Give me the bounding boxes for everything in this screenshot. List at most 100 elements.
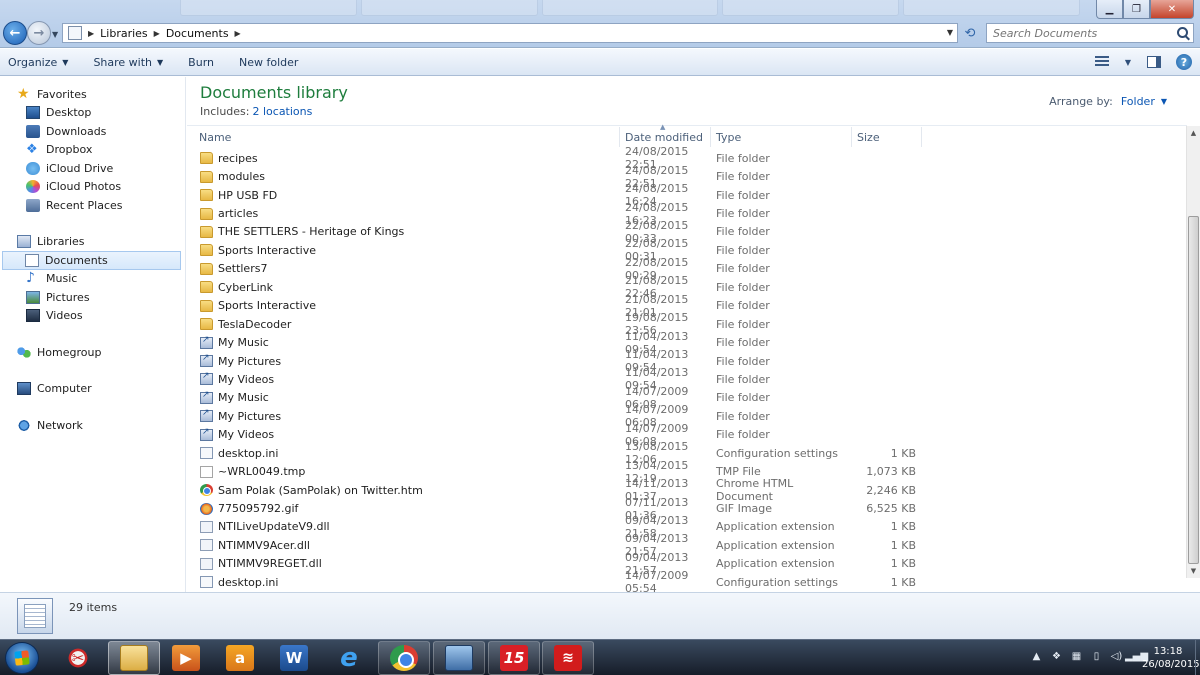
file-row[interactable]: Sports Interactive 22/08/2015 00:31 File f… bbox=[187, 237, 922, 263]
file-row[interactable]: My Videos14/07/2009 06:08File folder bbox=[187, 422, 922, 448]
file-row[interactable]: NTILiveUpdateV9.dll 09/04/2013 21:58 Appli… bbox=[187, 514, 922, 540]
search-icon[interactable] bbox=[1177, 27, 1188, 38]
back-button[interactable]: ← bbox=[3, 21, 27, 45]
nav-homegroup[interactable]: Homegroup bbox=[0, 343, 185, 362]
chevron-right-icon[interactable]: ▶ bbox=[235, 29, 241, 38]
nav-dropbox[interactable]: ❖ Dropbox bbox=[0, 141, 185, 160]
change-view-button[interactable] bbox=[1094, 54, 1110, 70]
nav-item-label: Videos bbox=[46, 309, 83, 323]
show-desktop-button[interactable] bbox=[1195, 640, 1200, 675]
file-row[interactable]: My Music14/07/2009 06:08File folder bbox=[187, 385, 922, 411]
scroll-up-icon[interactable]: ▲ bbox=[1187, 126, 1200, 140]
views-dropdown-button[interactable]: ▼ bbox=[1124, 54, 1132, 70]
nav-libraries[interactable]: Libraries bbox=[0, 233, 185, 252]
share-with-button[interactable]: Share with ▼ bbox=[93, 56, 163, 69]
file-row[interactable]: desktop.ini 14/07/2009 05:54 Configuration… bbox=[187, 569, 922, 595]
organize-button[interactable]: Organize ▼ bbox=[8, 56, 68, 69]
taskbar-amazon[interactable]: a bbox=[214, 641, 266, 675]
nav-downloads[interactable]: Downloads bbox=[0, 122, 185, 141]
taskbar-snipping-tool[interactable]: ✂ bbox=[52, 641, 104, 675]
nav-computer[interactable]: Computer bbox=[0, 380, 185, 399]
nav-recent-places[interactable]: Recent Places bbox=[0, 196, 185, 215]
column-header-name[interactable]: Name bbox=[187, 127, 620, 147]
breadcrumb-documents[interactable]: Documents bbox=[166, 27, 229, 40]
nav-videos[interactable]: Videos bbox=[0, 307, 185, 326]
taskbar-chrome[interactable] bbox=[378, 641, 430, 675]
new-folder-button[interactable]: New folder bbox=[239, 56, 298, 69]
column-name-label: Name bbox=[199, 130, 232, 144]
forward-button[interactable]: → bbox=[27, 21, 51, 45]
arrange-by-dropdown[interactable]: Folder ▼ bbox=[1121, 95, 1167, 108]
nav-icloud-photos[interactable]: iCloud Photos bbox=[0, 178, 185, 197]
file-row[interactable]: My Pictures11/04/2013 09:54File folder bbox=[187, 348, 922, 374]
nav-icloud-drive[interactable]: iCloud Drive bbox=[0, 159, 185, 178]
vertical-scrollbar[interactable]: ▲ ▼ bbox=[1186, 126, 1200, 578]
taskbar-windows-explorer[interactable] bbox=[108, 641, 160, 675]
file-row[interactable]: modules 24/08/2015 22:51 File folder bbox=[187, 164, 922, 190]
file-row[interactable]: Sports Interactive 21/08/2015 21:01 File f… bbox=[187, 293, 922, 319]
recent-pages-dropdown[interactable]: ▼ bbox=[52, 30, 58, 39]
nav-favorites[interactable]: ★ Favorites bbox=[0, 85, 185, 104]
nav-music[interactable]: ♪ Music bbox=[0, 270, 185, 289]
address-dropdown-icon[interactable]: ▼ bbox=[947, 28, 953, 37]
taskbar-media-player[interactable]: ▶ bbox=[160, 641, 212, 675]
maximize-button[interactable]: ❐ bbox=[1123, 0, 1150, 19]
column-header-size[interactable]: Size bbox=[852, 127, 922, 147]
file-row[interactable]: My Music11/04/2013 09:54File folder bbox=[187, 330, 922, 356]
refresh-button[interactable]: ⟲ bbox=[960, 23, 980, 43]
nav-desktop[interactable]: Desktop bbox=[0, 104, 185, 123]
nav-documents[interactable]: Documents bbox=[2, 251, 181, 270]
file-row[interactable]: 775095792.gif 07/11/2013 01:36 GIF Image 6,… bbox=[187, 496, 922, 522]
scroll-thumb[interactable] bbox=[1188, 216, 1199, 564]
search-box[interactable] bbox=[986, 23, 1194, 43]
file-row[interactable]: recipes 24/08/2015 22:51 File folder bbox=[187, 145, 922, 171]
file-row[interactable]: THE SETTLERS - Heritage of Kings 22/08/20… bbox=[187, 219, 922, 245]
volume-icon[interactable]: ◁) bbox=[1111, 650, 1123, 663]
file-row[interactable]: NTIMMV9Acer.dll 09/04/2013 21:57 Applicati… bbox=[187, 532, 922, 558]
burn-button[interactable]: Burn bbox=[188, 56, 214, 69]
scroll-down-icon[interactable]: ▼ bbox=[1187, 564, 1200, 578]
file-row[interactable]: Sam Polak (SamPolak) on Twitter.htm 14/11… bbox=[187, 477, 922, 503]
file-row[interactable]: NTIMMV9REGET.dll 09/04/2013 21:57 Applicat… bbox=[187, 551, 922, 577]
file-row[interactable]: My Videos11/04/2013 09:54File folder bbox=[187, 366, 922, 392]
file-type: File folder bbox=[716, 262, 770, 276]
file-row[interactable]: My Pictures14/07/2009 06:08File folder bbox=[187, 403, 922, 429]
taskbar-rss-app[interactable]: ≋ bbox=[542, 641, 594, 675]
chevron-right-icon[interactable]: ▶ bbox=[154, 29, 160, 38]
search-input[interactable] bbox=[993, 26, 1163, 40]
show-hidden-icons-icon[interactable]: ▲ bbox=[1031, 650, 1042, 663]
file-name-cell: My Videos bbox=[187, 427, 620, 441]
file-row[interactable]: Settlers7 22/08/2015 00:29 File folder bbox=[187, 256, 922, 282]
nav-libraries-label: Libraries bbox=[37, 235, 85, 249]
taskbar-calculator[interactable] bbox=[433, 641, 485, 675]
start-button[interactable] bbox=[5, 642, 39, 674]
chevron-down-icon: ▼ bbox=[1160, 97, 1167, 106]
file-row[interactable]: TeslaDecoder 19/08/2015 23:56 File folder bbox=[187, 311, 922, 337]
file-row[interactable]: articles 24/08/2015 16:23 File folder bbox=[187, 201, 922, 227]
file-row[interactable]: HP USB FD 24/08/2015 16:24 File folder bbox=[187, 182, 922, 208]
taskbar-word[interactable]: W bbox=[268, 641, 320, 675]
column-header-type[interactable]: Type bbox=[711, 127, 852, 147]
minimize-button[interactable]: ▁ bbox=[1096, 0, 1123, 19]
locations-link[interactable]: 2 locations bbox=[252, 105, 312, 118]
battery-icon[interactable]: ▯ bbox=[1091, 650, 1102, 663]
file-row[interactable]: CyberLink 21/08/2015 22:46 File folder bbox=[187, 274, 922, 300]
breadcrumb-libraries[interactable]: Libraries bbox=[100, 27, 148, 40]
preview-pane-button[interactable] bbox=[1146, 54, 1162, 70]
file-row[interactable]: desktop.ini 13/08/2015 12:06 Configuration… bbox=[187, 440, 922, 466]
action-center-icon[interactable]: ▦ bbox=[1071, 650, 1082, 663]
chevron-right-icon[interactable]: ▶ bbox=[88, 29, 94, 38]
file-name: THE SETTLERS - Heritage of Kings bbox=[218, 225, 405, 239]
views-icon bbox=[1095, 56, 1109, 68]
dropbox-tray-icon[interactable]: ❖ bbox=[1051, 650, 1062, 663]
taskbar-fifteen-app[interactable]: 15 bbox=[488, 641, 540, 675]
address-bar[interactable]: ▶ Libraries ▶ Documents ▶ ▼ bbox=[62, 23, 958, 43]
nav-pictures[interactable]: Pictures bbox=[0, 288, 185, 307]
clock[interactable]: 13:18 26/08/2015 bbox=[1142, 645, 1200, 671]
taskbar-internet-explorer[interactable]: e bbox=[323, 641, 375, 675]
network-signal-icon[interactable]: ▂▄▆ bbox=[1125, 650, 1148, 663]
nav-network[interactable]: Network bbox=[0, 416, 185, 435]
close-button[interactable]: ✕ bbox=[1150, 0, 1194, 19]
column-header-date[interactable]: ▲ Date modified bbox=[620, 123, 711, 147]
help-icon[interactable]: ? bbox=[1176, 54, 1192, 70]
